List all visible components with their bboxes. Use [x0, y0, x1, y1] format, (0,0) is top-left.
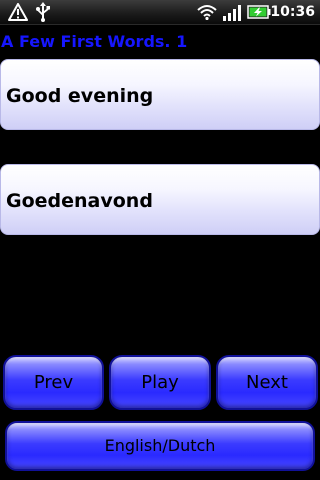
english-phrase: Good evening [6, 85, 154, 107]
usb-icon [36, 2, 50, 22]
battery-charging-icon [247, 5, 271, 19]
page-title: A Few First Words. 1 [1, 32, 188, 51]
dutch-phrase: Goedenavond [6, 190, 153, 212]
play-button[interactable]: Play [109, 355, 211, 410]
dutch-phrase-panel: Goedenavond [0, 164, 320, 235]
app-screen: 10:36 A Few First Words. 1 Good evening … [0, 0, 320, 480]
status-time: 10:36 [270, 4, 315, 20]
warning-icon [8, 3, 28, 21]
status-bar: 10:36 [0, 0, 320, 25]
signal-icon [223, 5, 241, 21]
english-phrase-panel: Good evening [0, 59, 320, 130]
language-toggle-button[interactable]: English/Dutch [5, 421, 315, 471]
wifi-icon [197, 5, 217, 20]
prev-button[interactable]: Prev [3, 355, 104, 410]
next-button[interactable]: Next [216, 355, 318, 410]
